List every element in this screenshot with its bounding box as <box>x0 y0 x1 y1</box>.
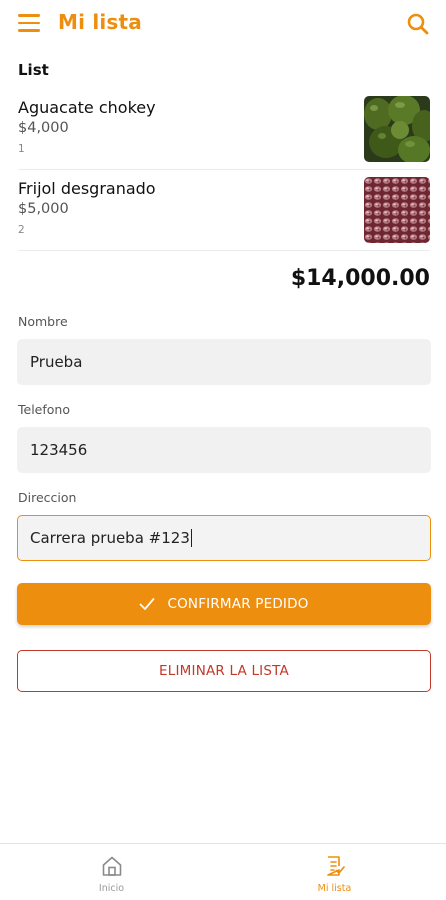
nav-label-mi-lista: Mi lista <box>317 883 352 894</box>
nav-item-inicio[interactable]: Inicio <box>0 844 223 900</box>
nombre-value: Prueba <box>30 353 83 371</box>
item-name: Frijol desgranado <box>18 179 156 198</box>
home-icon <box>102 856 122 876</box>
app-bar: Mi lista <box>0 0 446 48</box>
item-price: $5,000 <box>18 201 69 217</box>
direccion-input[interactable]: Carrera prueba #123 <box>17 515 431 561</box>
nombre-label: Nombre <box>18 314 68 329</box>
telefono-label: Telefono <box>18 402 70 417</box>
check-icon <box>140 598 155 610</box>
text-caret <box>190 529 193 547</box>
telefono-value: 123456 <box>30 441 88 459</box>
nombre-input[interactable]: Prueba <box>17 339 431 385</box>
list-icon <box>327 856 345 876</box>
bottom-navigation: Inicio Mi lista <box>0 843 446 900</box>
confirm-order-button[interactable]: CONFIRMAR PEDIDO <box>17 583 431 625</box>
nav-label-inicio: Inicio <box>98 883 125 894</box>
confirm-order-label: CONFIRMAR PEDIDO <box>167 596 309 612</box>
item-quantity: 1 <box>18 143 25 155</box>
order-total: $14,000.00 <box>290 266 430 291</box>
list-item[interactable]: Aguacate chokey $4,000 1 <box>18 90 430 170</box>
beans-image <box>364 177 430 243</box>
direccion-label: Direccion <box>18 490 77 505</box>
list-section-title: List <box>18 61 49 79</box>
list-item[interactable]: Frijol desgranado $5,000 2 <box>18 171 430 251</box>
telefono-input[interactable]: 123456 <box>17 427 431 473</box>
item-quantity: 2 <box>18 224 25 236</box>
search-icon[interactable] <box>406 12 430 36</box>
hamburger-menu-icon[interactable] <box>18 14 40 32</box>
direccion-value: Carrera prueba #123 <box>30 529 190 547</box>
nav-item-mi-lista[interactable]: Mi lista <box>223 844 446 900</box>
page-title: Mi lista <box>58 10 142 34</box>
delete-list-label: ELIMINAR LA LISTA <box>159 663 289 679</box>
item-name: Aguacate chokey <box>18 98 156 117</box>
delete-list-button[interactable]: ELIMINAR LA LISTA <box>17 650 431 692</box>
avocado-image <box>364 96 430 162</box>
item-price: $4,000 <box>18 120 69 136</box>
